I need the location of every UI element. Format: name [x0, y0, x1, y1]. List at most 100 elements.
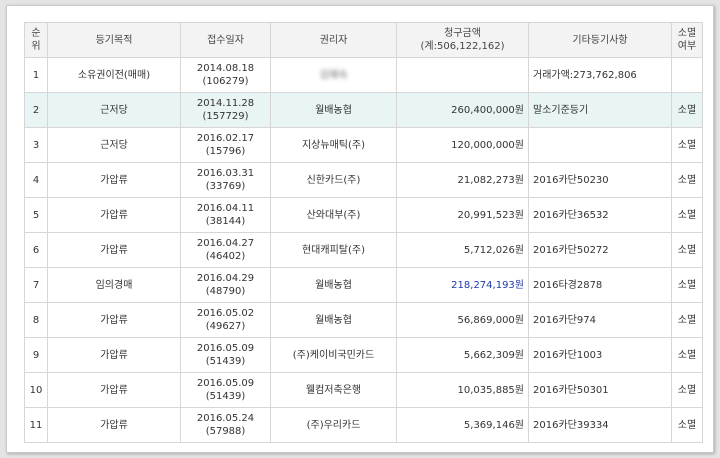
cell-extinct: 소멸: [671, 302, 703, 338]
cell-etc: 2016카단36532: [528, 197, 672, 233]
cell-no: 1: [24, 57, 48, 93]
cell-holder: 지상뉴매틱(주): [270, 127, 397, 163]
cell-purpose: 가압류: [47, 197, 181, 233]
cell-etc: [528, 127, 672, 163]
cell-extinct: [671, 57, 703, 93]
header-extinct-line1: 소멸: [677, 28, 697, 39]
header-etc: 기타등기사항: [528, 22, 672, 58]
header-amount: 청구금액 (계:506,122,162): [396, 22, 529, 58]
cell-holder: (주)우리카드: [270, 407, 397, 443]
cell-date-value: 2014.08.18: [196, 63, 255, 74]
cell-purpose: 근저당: [47, 127, 181, 163]
cell-date-value: 2016.04.11: [196, 203, 255, 214]
cell-extinct: 소멸: [671, 232, 703, 268]
cell-holder: 월배농협: [270, 267, 397, 303]
cell-date-value: 2016.05.09: [196, 343, 255, 354]
cell-amount: 20,991,523원: [396, 197, 529, 233]
header-amount-title: 청구금액: [444, 28, 481, 39]
cell-receipt-number: (48790): [205, 286, 246, 297]
cell-amount-claim-highlight: 218,274,193원: [451, 279, 524, 291]
table-header-row: 순 위 등기목적 접수일자 권리자 청구금액 (계:506,122,162) 기…: [24, 22, 703, 58]
cell-extinct: 소멸: [671, 197, 703, 233]
cell-amount: 5,712,026원: [396, 232, 529, 268]
cell-amount: 21,082,273원: [396, 162, 529, 198]
cell-holder: 산와대부(주): [270, 197, 397, 233]
cell-etc: 2016카단50301: [528, 372, 672, 408]
cell-no: 9: [24, 337, 48, 373]
cell-holder-blurred: 김재숙: [319, 69, 348, 81]
cell-holder: 현대캐피탈(주): [270, 232, 397, 268]
cell-no: 2: [24, 92, 48, 128]
table-row: 5 가압류 2016.04.11 (38144) 산와대부(주) 20,991,523원 2…: [24, 197, 703, 233]
cell-receipt-number: (57988): [205, 426, 246, 437]
cell-receipt-number: (157729): [202, 111, 249, 122]
cell-date: 2016.04.29 (48790): [180, 267, 271, 303]
cell-date: 2016.04.27 (46402): [180, 232, 271, 268]
cell-date: 2016.05.24 (57988): [180, 407, 271, 443]
header-no: 순 위: [24, 22, 48, 58]
cell-amount: 56,869,000원: [396, 302, 529, 338]
cell-purpose: 임의경매: [47, 267, 181, 303]
header-extinct-line2: 여부: [677, 41, 697, 52]
cell-amount: 10,035,885원: [396, 372, 529, 408]
cell-holder: 월배농협: [270, 302, 397, 338]
header-holder: 권리자: [270, 22, 397, 58]
cell-purpose: 소유권이전(매매): [47, 57, 181, 93]
cell-extinct: 소멸: [671, 372, 703, 408]
cell-no: 5: [24, 197, 48, 233]
header-extinct: 소멸 여부: [671, 22, 703, 58]
cell-amount: 260,400,000원: [396, 92, 529, 128]
cell-etc: 말소기준등기: [528, 92, 672, 128]
cell-holder: 김재숙: [270, 57, 397, 93]
table-row: 3 근저당 2016.02.17 (15796) 지상뉴매틱(주) 120,000,000…: [24, 127, 703, 163]
cell-date-value: 2016.04.27: [196, 238, 255, 249]
cell-no: 11: [24, 407, 48, 443]
cell-receipt-number: (15796): [205, 146, 246, 157]
cell-amount: 120,000,000원: [396, 127, 529, 163]
cell-extinct: 소멸: [671, 337, 703, 373]
header-purpose: 등기목적: [47, 22, 181, 58]
cell-receipt-number: (51439): [205, 356, 246, 367]
cell-date: 2016.04.11 (38144): [180, 197, 271, 233]
cell-etc: 2016카단974: [528, 302, 672, 338]
cell-holder: (주)케이비국민카드: [270, 337, 397, 373]
cell-receipt-number: (38144): [205, 216, 246, 227]
cell-date: 2014.11.28 (157729): [180, 92, 271, 128]
cell-receipt-number: (49627): [205, 321, 246, 332]
table-row: 11 가압류 2016.05.24 (57988) (주)우리카드 5,369,146원 2…: [24, 407, 703, 443]
cell-etc: 2016카단50272: [528, 232, 672, 268]
cell-amount: 5,369,146원: [396, 407, 529, 443]
cell-extinct: 소멸: [671, 267, 703, 303]
cell-extinct: 소멸: [671, 162, 703, 198]
table-row: 10 가압류 2016.05.09 (51439) 웰컴저축은행 10,035,885원 2…: [24, 372, 703, 408]
cell-purpose: 가압류: [47, 162, 181, 198]
cell-no: 8: [24, 302, 48, 338]
cell-receipt-number: (33769): [205, 181, 246, 192]
cell-date-value: 2016.03.31: [196, 168, 255, 179]
cell-date-value: 2016.05.09: [196, 378, 255, 389]
cell-date: 2016.05.02 (49627): [180, 302, 271, 338]
table-row: 7 임의경매 2016.04.29 (48790) 월배농협 218,274,193원 20…: [24, 267, 703, 303]
cell-no: 7: [24, 267, 48, 303]
table-row: 8 가압류 2016.05.02 (49627) 월배농협 56,869,000원 2016…: [24, 302, 703, 338]
cell-extinct: 소멸: [671, 92, 703, 128]
cell-no: 10: [24, 372, 48, 408]
header-no-line2: 위: [31, 41, 41, 52]
cell-receipt-number: (106279): [202, 76, 249, 87]
cell-purpose: 근저당: [47, 92, 181, 128]
cell-purpose: 가압류: [47, 302, 181, 338]
table-row: 2 근저당 2014.11.28 (157729) 월배농협 260,400,000원 말소…: [24, 92, 703, 128]
cell-etc: 2016카단39334: [528, 407, 672, 443]
cell-etc: 2016타경2878: [528, 267, 672, 303]
cell-extinct: 소멸: [671, 127, 703, 163]
cell-purpose: 가압류: [47, 232, 181, 268]
table-row: 1 소유권이전(매매) 2014.08.18 (106279) 김재숙 거래가액:273,…: [24, 57, 703, 93]
cell-no: 3: [24, 127, 48, 163]
cell-date-value: 2016.02.17: [196, 133, 255, 144]
cell-extinct: 소멸: [671, 407, 703, 443]
cell-purpose: 가압류: [47, 337, 181, 373]
cell-receipt-number: (51439): [205, 391, 246, 402]
cell-date: 2016.03.31 (33769): [180, 162, 271, 198]
cell-date-value: 2016.04.29: [196, 273, 255, 284]
cell-receipt-number: (46402): [205, 251, 246, 262]
